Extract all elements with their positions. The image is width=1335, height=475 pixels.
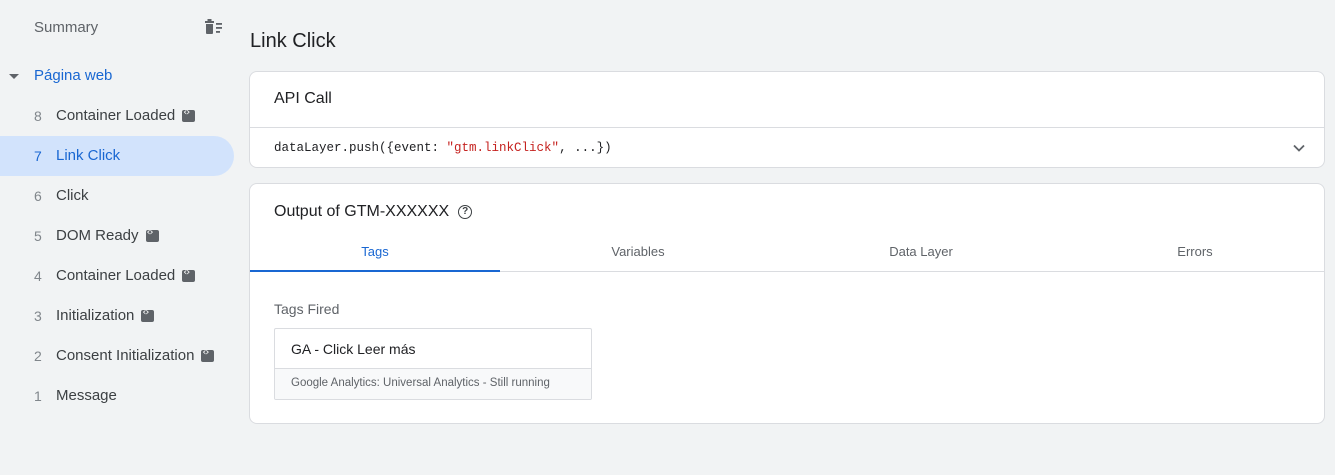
tag-card[interactable]: GA - Click Leer más Google Analytics: Un… xyxy=(274,328,592,400)
tags-fired-label: Tags Fired xyxy=(274,301,340,317)
event-label: Consent Initialization xyxy=(56,347,215,364)
chevron-down-icon[interactable] xyxy=(1290,139,1308,157)
event-item[interactable]: 5 DOM Ready xyxy=(0,216,234,256)
tag-footer: Google Analytics: Universal Analytics - … xyxy=(275,368,591,399)
tab-variables[interactable]: Variables xyxy=(513,232,763,272)
api-call-code: dataLayer.push({event: "gtm.linkClick", … xyxy=(274,141,612,155)
code-event-string: "gtm.linkClick" xyxy=(446,141,560,155)
output-card: Output of GTM-XXXXXX ? Tags Variables Da… xyxy=(249,183,1325,424)
event-label-text: Message xyxy=(56,387,117,404)
event-label: Message xyxy=(56,387,117,404)
event-item[interactable]: 4 Container Loaded xyxy=(0,256,234,296)
output-tabs: Tags Variables Data Layer Errors xyxy=(250,232,1324,272)
api-call-card: API Call dataLayer.push({event: "gtm.lin… xyxy=(249,71,1325,168)
help-icon[interactable]: ? xyxy=(458,205,473,219)
section-label: Página web xyxy=(34,67,113,84)
tab-data-layer[interactable]: Data Layer xyxy=(796,232,1046,272)
event-number: 4 xyxy=(34,268,42,284)
code-icon xyxy=(141,307,155,322)
event-label: Link Click xyxy=(56,147,120,164)
api-call-title: API Call xyxy=(274,90,332,107)
page-title: Link Click xyxy=(250,30,336,52)
event-number: 3 xyxy=(34,308,42,324)
code-prefix: dataLayer.push({event: xyxy=(274,141,447,155)
event-label-text: Link Click xyxy=(56,147,121,164)
event-number: 1 xyxy=(34,388,42,404)
caret-down-icon xyxy=(9,74,19,79)
output-title: Output of GTM-XXXXXX xyxy=(274,203,450,220)
delete-all-icon[interactable] xyxy=(200,16,226,40)
tab-tags[interactable]: Tags xyxy=(250,232,500,272)
divider xyxy=(250,127,1324,128)
event-label: Click xyxy=(56,187,89,204)
code-suffix: , ...}) xyxy=(559,141,612,155)
summary-label: Summary xyxy=(34,19,99,36)
event-label: Container Loaded xyxy=(56,267,196,284)
tab-errors[interactable]: Errors xyxy=(1070,232,1320,272)
event-label: Container Loaded xyxy=(56,107,196,124)
event-number: 2 xyxy=(34,348,42,364)
code-icon xyxy=(182,107,196,122)
event-number: 5 xyxy=(34,228,42,244)
event-number: 7 xyxy=(34,148,42,164)
summary-row[interactable]: Summary xyxy=(0,8,240,48)
event-number: 8 xyxy=(34,108,42,124)
event-item[interactable]: 8 Container Loaded xyxy=(0,96,234,136)
event-label-text: Initialization xyxy=(56,307,135,324)
event-label-text: Click xyxy=(56,187,89,204)
event-label-text: DOM Ready xyxy=(56,227,139,244)
event-item[interactable]: 6 Click xyxy=(0,176,234,216)
event-item[interactable]: 3 Initialization xyxy=(0,296,234,336)
event-item[interactable]: 7 Link Click xyxy=(0,136,234,176)
code-icon xyxy=(201,347,215,362)
output-title-row: Output of GTM-XXXXXX ? xyxy=(274,203,473,221)
tag-name: GA - Click Leer más xyxy=(291,341,416,357)
code-icon xyxy=(182,267,196,282)
code-icon xyxy=(145,227,159,242)
event-label-text: Container Loaded xyxy=(56,267,176,284)
event-label-text: Container Loaded xyxy=(56,107,176,124)
container-section[interactable]: Página web xyxy=(0,56,240,96)
event-item[interactable]: 2 Consent Initialization xyxy=(0,336,234,376)
event-label-text: Consent Initialization xyxy=(56,347,195,364)
event-number: 6 xyxy=(34,188,42,204)
tag-status: Google Analytics: Universal Analytics - … xyxy=(291,377,550,389)
event-label: Initialization xyxy=(56,307,155,324)
event-list: 8 Container Loaded 7 Link Click 6 Click 5 DOM R… xyxy=(0,96,240,416)
sidebar: Summary Página web 8 Container Loaded 7 Lin… xyxy=(0,0,240,475)
event-label: DOM Ready xyxy=(56,227,159,244)
event-item[interactable]: 1 Message xyxy=(0,376,234,416)
